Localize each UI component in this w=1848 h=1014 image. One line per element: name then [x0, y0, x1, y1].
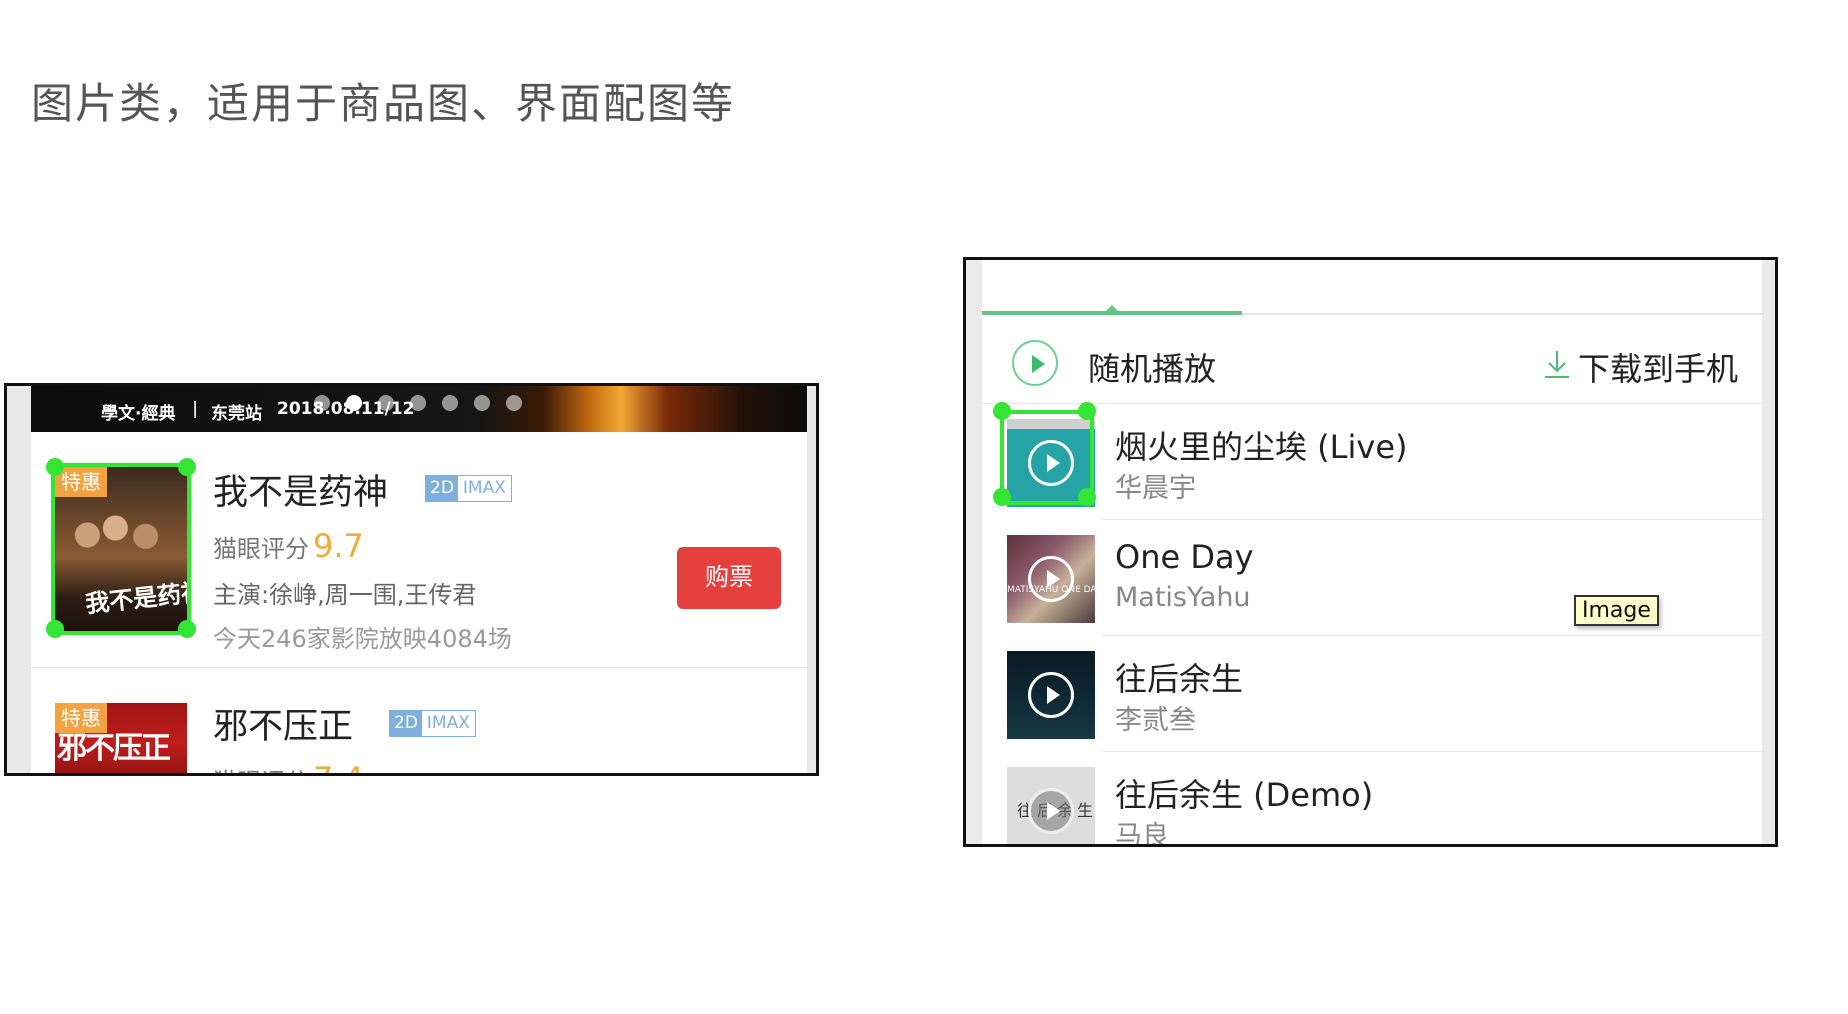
song-item[interactable]: 烟火里的尘埃 (Live) 华晨宇	[982, 402, 1762, 520]
carousel-indicator[interactable]	[314, 395, 522, 411]
album-cover[interactable]: 往后余生	[1007, 767, 1095, 844]
carousel-dot[interactable]	[378, 395, 394, 411]
selection-handle[interactable]	[1078, 402, 1096, 420]
movie-poster[interactable]: 邪不压正 特惠	[55, 703, 187, 773]
rating-score: 9.7	[313, 527, 364, 565]
page-heading: 图片类，适用于商品图、界面配图等	[31, 79, 736, 128]
play-circle-icon[interactable]	[1012, 340, 1058, 386]
play-icon[interactable]	[1028, 440, 1074, 486]
carousel-dot[interactable]	[474, 395, 490, 411]
selection-handle[interactable]	[178, 458, 196, 476]
movie-title[interactable]: 我不是药神	[213, 464, 388, 515]
play-icon[interactable]	[1028, 556, 1074, 602]
poster-figures	[65, 507, 177, 577]
download-to-phone-button[interactable]: 下载到手机	[1578, 344, 1738, 390]
song-title: One Day	[1115, 538, 1254, 576]
special-offer-tag: 特惠	[55, 467, 107, 497]
selection-handle[interactable]	[993, 402, 1011, 420]
active-tab-indicator[interactable]	[982, 311, 1242, 315]
carousel-dot[interactable]	[506, 395, 522, 411]
carousel-dot-active[interactable]	[346, 395, 362, 411]
movie-poster[interactable]: 我不是药神 特惠	[55, 467, 187, 631]
song-list-panel: 随机播放 下载到手机 烟火里的尘埃 (Live) 华晨宇 MATISYAHU O…	[963, 257, 1778, 847]
carousel-dot[interactable]	[442, 395, 458, 411]
banner-station: 东莞站	[211, 404, 262, 424]
promo-banner[interactable]: 學文·經典 | 东莞站 2018.08.11/12	[31, 386, 807, 432]
download-icon[interactable]	[1542, 347, 1572, 381]
movie-rating: 猫眼评分 7.4	[213, 760, 364, 773]
song-artist: 李贰叁	[1115, 705, 1196, 736]
shuffle-play-button[interactable]: 随机播放	[1088, 344, 1216, 390]
song-title: 烟火里的尘埃 (Live)	[1115, 428, 1408, 466]
selection-handle[interactable]	[46, 620, 64, 638]
movie-rating: 猫眼评分 9.7	[213, 527, 364, 565]
song-title: 往后余生	[1115, 660, 1244, 698]
play-icon[interactable]	[1028, 788, 1074, 834]
rating-label: 猫眼评分	[213, 768, 309, 773]
selection-handle[interactable]	[46, 458, 64, 476]
song-artist: 马良	[1115, 821, 1169, 847]
selection-handle[interactable]	[993, 488, 1011, 506]
carousel-dot[interactable]	[314, 395, 330, 411]
song-item[interactable]: 往后余生 往后余生 (Demo) 马良	[982, 752, 1762, 847]
album-cover[interactable]: MATISYAHU ONE DAY	[1007, 535, 1095, 623]
image-tooltip: Image	[1574, 595, 1659, 626]
rating-score: 7.4	[313, 760, 364, 773]
badge-2d: 2D	[390, 711, 422, 736]
banner-separator: |	[192, 399, 199, 419]
song-title: 往后余生 (Demo)	[1115, 776, 1374, 814]
badge-2d: 2D	[426, 476, 458, 501]
selection-handle[interactable]	[1078, 488, 1096, 506]
movie-item[interactable]: 邪不压正 特惠 邪不压正 2D IMAX 猫眼评分 7.4	[31, 668, 807, 773]
badge-imax: IMAX	[421, 711, 475, 736]
selection-handle[interactable]	[178, 620, 196, 638]
movie-list: 學文·經典 | 东莞站 2018.08.11/12 我不是药神 特惠 我不是药神…	[31, 386, 807, 773]
song-list: 随机播放 下载到手机 烟火里的尘埃 (Live) 华晨宇 MATISYAHU O…	[982, 260, 1762, 847]
play-icon[interactable]	[1028, 672, 1074, 718]
movie-showings: 今天246家影院放映4084场	[213, 625, 512, 653]
album-cover[interactable]	[1007, 651, 1095, 739]
song-artist: MatisYahu	[1115, 582, 1251, 613]
format-badge: 2D IMAX	[389, 710, 476, 737]
movie-cast: 主演:徐峥,周一围,王传君	[213, 581, 477, 609]
banner-brand: 學文·經典	[101, 404, 176, 424]
rating-label: 猫眼评分	[213, 535, 309, 563]
movie-item[interactable]: 我不是药神 特惠 我不是药神 2D IMAX 猫眼评分 9.7 主演:徐峥,周一围…	[31, 432, 807, 668]
movie-list-panel: 學文·經典 | 东莞站 2018.08.11/12 我不是药神 特惠 我不是药神…	[4, 383, 819, 776]
buy-ticket-button[interactable]: 购票	[677, 547, 781, 609]
song-item[interactable]: 往后余生 李贰叁	[982, 636, 1762, 752]
song-artist: 华晨宇	[1115, 473, 1196, 504]
carousel-dot[interactable]	[410, 395, 426, 411]
format-badge: 2D IMAX	[425, 475, 512, 502]
active-tab-caret	[1106, 305, 1118, 311]
poster-title-art: 我不是药神	[84, 576, 187, 619]
special-offer-tag: 特惠	[55, 703, 107, 733]
badge-imax: IMAX	[457, 476, 511, 501]
movie-title[interactable]: 邪不压正	[213, 698, 353, 749]
